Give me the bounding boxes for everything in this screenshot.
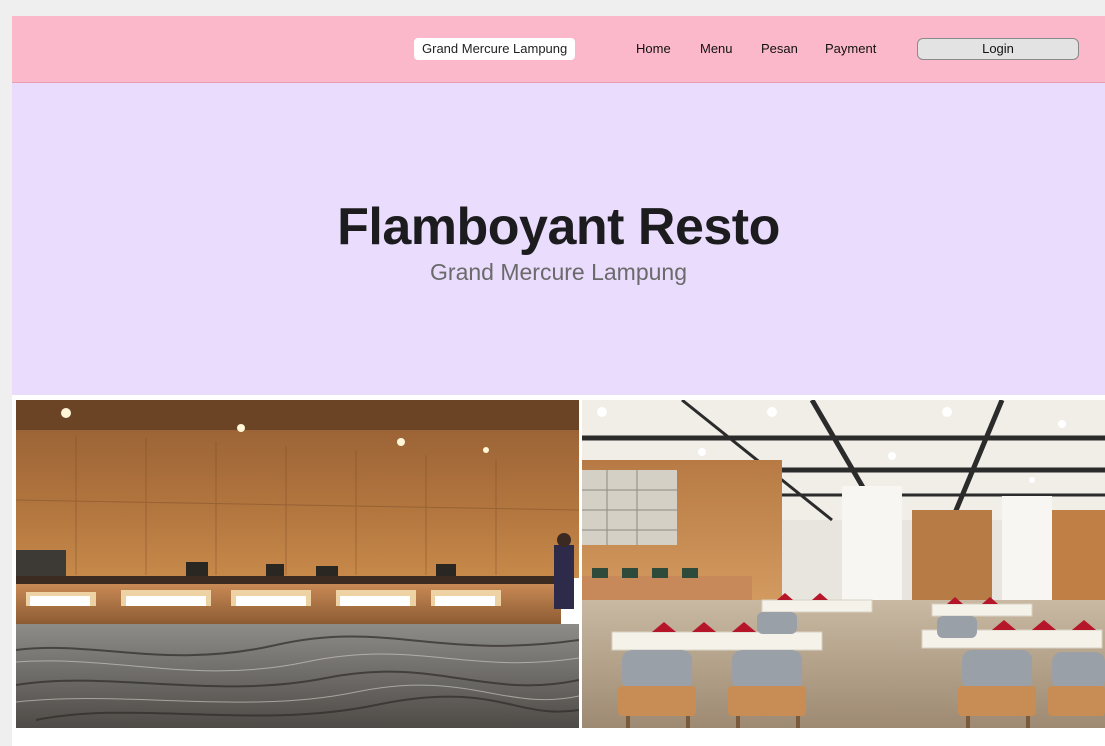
buffet-counter-photo bbox=[16, 400, 579, 728]
hero-subtitle: Grand Mercure Lampung bbox=[430, 259, 687, 285]
login-button[interactable]: Login bbox=[917, 38, 1079, 60]
page: Grand Mercure Lampung Home Menu Pesan Pa… bbox=[12, 16, 1105, 746]
hero-title: Flamboyant Resto bbox=[337, 198, 780, 256]
nav-link-menu[interactable]: Menu bbox=[700, 38, 733, 60]
nav-link-pesan[interactable]: Pesan bbox=[761, 38, 798, 60]
brand-badge[interactable]: Grand Mercure Lampung bbox=[414, 38, 576, 60]
dining-hall-photo bbox=[582, 400, 1105, 728]
photo-gallery bbox=[16, 400, 1105, 728]
hero-section: Flamboyant Resto Grand Mercure Lampung bbox=[12, 83, 1105, 395]
nav-link-payment[interactable]: Payment bbox=[825, 38, 876, 60]
nav-link-home[interactable]: Home bbox=[636, 38, 671, 60]
navbar: Grand Mercure Lampung Home Menu Pesan Pa… bbox=[12, 16, 1105, 83]
